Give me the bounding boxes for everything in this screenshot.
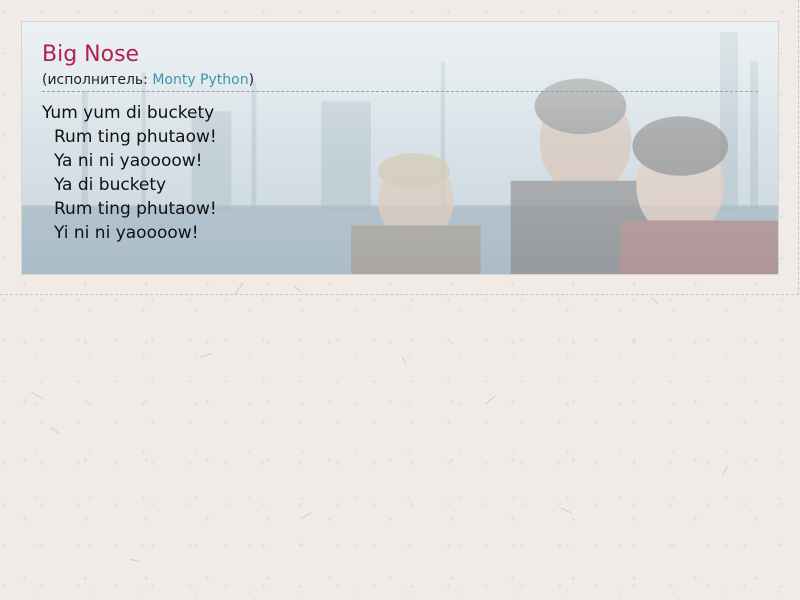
lyrics-block: Yum yum di buckety Rum ting phutaow! Ya …	[42, 101, 758, 245]
paper-fibre	[485, 396, 495, 405]
paper-fibre	[30, 391, 44, 400]
song-content: Big Nose (исполнитель: Monty Python) Yum…	[42, 42, 758, 245]
song-card: Big Nose (исполнитель: Monty Python) Yum…	[21, 21, 779, 275]
paper-fibre	[560, 507, 572, 514]
artist-link[interactable]: Monty Python	[152, 72, 248, 88]
paper-fibre	[722, 465, 728, 476]
paper-fibre	[130, 558, 140, 563]
lyric-line: Yi ni ni yaoooow!	[54, 223, 199, 243]
lyric-line: Ya di buckety	[54, 175, 167, 195]
paper-fibre	[200, 352, 212, 359]
lyric-line: Ya ni ni yaoooow!	[54, 151, 203, 171]
lyric-line: Yum yum di buckety	[42, 103, 215, 123]
artist-line: (исполнитель: Monty Python)	[42, 70, 758, 92]
artist-suffix: )	[248, 72, 255, 88]
paper-fibre	[300, 512, 312, 519]
paper-fibre	[650, 296, 659, 305]
artist-prefix: (исполнитель:	[42, 72, 153, 88]
lyric-line: Rum ting phutaow!	[54, 127, 217, 147]
lyric-line: Rum ting phutaow!	[54, 199, 217, 219]
song-title: Big Nose	[42, 42, 140, 67]
paper-fibre	[50, 427, 60, 434]
paper-fibre	[401, 356, 407, 365]
